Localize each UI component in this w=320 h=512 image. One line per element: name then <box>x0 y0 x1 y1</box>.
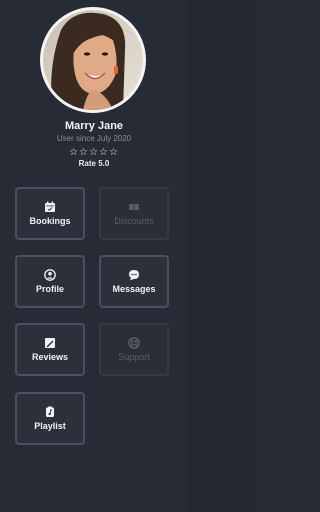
content-edge <box>188 0 256 512</box>
lifebuoy-icon <box>128 337 140 349</box>
rating-label: Rate 5.0 <box>78 159 110 168</box>
music-note-icon <box>46 406 54 417</box>
avatar-photo <box>43 10 143 110</box>
reviews-button[interactable]: Reviews <box>15 323 85 376</box>
playlist-button[interactable]: Playlist <box>15 392 85 445</box>
rating-stars: ☆☆☆☆☆ <box>69 147 119 158</box>
avatar[interactable] <box>40 7 146 113</box>
support-label: Support <box>118 352 150 362</box>
chat-bubble-icon <box>129 270 139 281</box>
member-since: User since July 2020 <box>56 134 132 143</box>
profile-button[interactable]: Profile <box>15 255 85 308</box>
calendar-icon <box>45 201 55 212</box>
messages-label: Messages <box>112 284 156 294</box>
bookings-label: Bookings <box>29 216 71 226</box>
profile-label: Profile <box>35 284 64 294</box>
user-name: Marry Jane <box>64 120 124 132</box>
playlist-label: Playlist <box>34 421 66 431</box>
discounts-label: Discounts <box>114 216 154 226</box>
support-button[interactable]: Support <box>99 323 169 376</box>
ticket-icon <box>129 204 139 210</box>
bookings-button[interactable]: Bookings <box>15 187 85 240</box>
reviews-label: Reviews <box>31 352 69 362</box>
messages-button[interactable]: Messages <box>99 255 169 308</box>
discounts-button[interactable]: Discounts <box>99 187 169 240</box>
pen-paper-icon <box>45 338 55 348</box>
user-circle-icon <box>44 269 56 281</box>
